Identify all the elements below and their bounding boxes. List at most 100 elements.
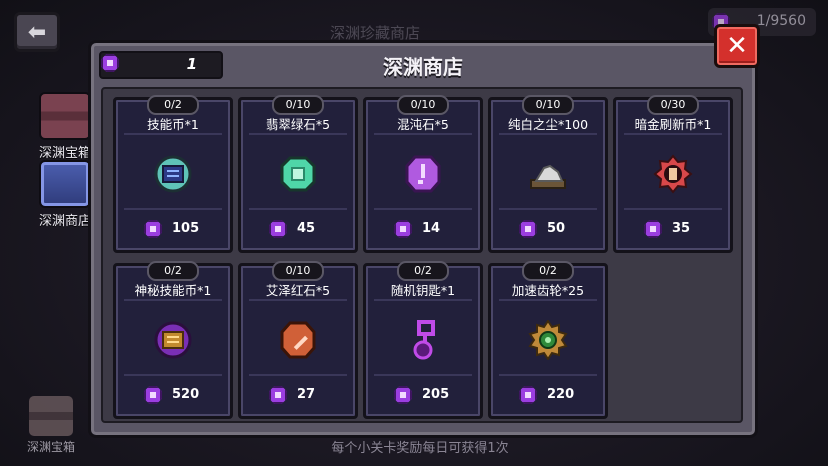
divider xyxy=(624,208,722,210)
shop-item[interactable]: 0/10 艾泽红石*5 27 xyxy=(238,261,358,419)
side-tab-abyss-chest[interactable]: 深渊宝箱 xyxy=(36,92,94,161)
purchase-limit-badge: 0/2 xyxy=(147,95,199,115)
back-button[interactable]: ⬅ xyxy=(14,12,60,52)
divider xyxy=(249,299,347,301)
gem-icon xyxy=(267,218,289,240)
item-name: 加速齿轮*25 xyxy=(511,283,585,298)
item-name: 随机钥匙*1 xyxy=(390,283,456,298)
price-value: 45 xyxy=(297,221,316,236)
divider xyxy=(124,299,222,301)
divider xyxy=(124,374,222,376)
price-value: 35 xyxy=(672,221,691,236)
item-price: 50 xyxy=(517,218,597,240)
divider xyxy=(499,374,597,376)
item-name: 混沌石*5 xyxy=(397,117,449,132)
shop-item[interactable]: 0/10 纯白之尘*100 50 xyxy=(488,95,608,253)
gem-icon xyxy=(142,384,164,406)
item-grid: 0/2 技能币*1 105 0/10 翡翠绿石*5 45 0/10 混沌石*5 … xyxy=(101,87,743,423)
side-tab-label: 深渊商店 xyxy=(38,214,91,229)
purchase-limit-badge: 0/10 xyxy=(522,95,574,115)
close-button[interactable]: ✕ xyxy=(714,24,760,68)
purchase-limit-badge: 0/2 xyxy=(397,261,449,281)
price-value: 105 xyxy=(172,221,200,236)
item-name: 艾泽红石*5 xyxy=(265,283,331,298)
price-value: 205 xyxy=(422,387,450,402)
skill-coin-icon xyxy=(154,155,192,193)
purchase-limit-badge: 0/10 xyxy=(397,95,449,115)
chest-icon xyxy=(29,396,73,436)
divider xyxy=(249,208,347,210)
purchase-limit-badge: 0/2 xyxy=(522,261,574,281)
item-name: 纯白之尘*100 xyxy=(507,117,589,132)
divider xyxy=(124,133,222,135)
shop-item[interactable]: 0/30 暗金刷新币*1 35 xyxy=(613,95,733,253)
shop-icon xyxy=(39,160,91,208)
item-price: 520 xyxy=(142,384,222,406)
white-dust-icon xyxy=(530,164,566,189)
shop-item[interactable]: 0/2 随机钥匙*1 205 xyxy=(363,261,483,419)
divider xyxy=(249,374,347,376)
divider xyxy=(249,133,347,135)
shop-dialog: 1 深渊商店 0/2 技能币*1 105 0/10 翡翠绿石*5 45 0/10… xyxy=(88,40,758,438)
side-tab-label: 深渊宝箱 xyxy=(38,146,91,161)
gem-icon xyxy=(517,218,539,240)
dark-gold-coin-icon xyxy=(653,154,693,194)
shop-item[interactable]: 0/2 技能币*1 105 xyxy=(113,95,233,253)
shop-item[interactable]: 0/2 神秘技能币*1 520 xyxy=(113,261,233,419)
purchase-limit-badge: 0/10 xyxy=(272,261,324,281)
item-price: 105 xyxy=(142,218,222,240)
item-price: 45 xyxy=(267,218,347,240)
purchase-limit-badge: 0/30 xyxy=(647,95,699,115)
bottom-tab-label: 深渊宝箱 xyxy=(26,440,75,454)
item-name: 翡翠绿石*5 xyxy=(265,117,331,132)
background-title: 深渊珍藏商店 xyxy=(330,24,421,42)
item-price: 27 xyxy=(267,384,347,406)
divider xyxy=(374,133,472,135)
purchase-limit-badge: 0/10 xyxy=(272,95,324,115)
close-icon: ✕ xyxy=(726,31,748,61)
purchase-limit-badge: 0/2 xyxy=(147,261,199,281)
side-tab-abyss-shop[interactable]: 深渊商店 xyxy=(36,160,94,229)
shop-item[interactable]: 0/10 混沌石*5 14 xyxy=(363,95,483,253)
red-stone-icon xyxy=(280,321,316,359)
divider xyxy=(374,299,472,301)
shop-item[interactable]: 0/2 加速齿轮*25 220 xyxy=(488,261,608,419)
divider xyxy=(374,374,472,376)
chest-icon xyxy=(39,92,91,140)
gem-icon xyxy=(517,384,539,406)
gem-icon xyxy=(642,218,664,240)
price-value: 520 xyxy=(172,387,200,402)
item-name: 技能币*1 xyxy=(147,117,199,132)
item-price: 205 xyxy=(392,384,472,406)
price-value: 220 xyxy=(547,387,575,402)
price-value: 14 xyxy=(422,221,441,236)
gem-icon xyxy=(392,384,414,406)
mystery-skill-coin-icon xyxy=(154,321,192,359)
bottom-tab-abyss-chest[interactable]: 深渊宝箱 xyxy=(22,396,80,462)
divider xyxy=(499,133,597,135)
emerald-stone-icon xyxy=(280,156,316,192)
divider xyxy=(124,208,222,210)
back-arrow-icon: ⬅ xyxy=(27,19,47,45)
item-price: 35 xyxy=(642,218,722,240)
speed-gear-icon xyxy=(528,320,568,360)
divider xyxy=(624,133,722,135)
gem-icon xyxy=(142,218,164,240)
item-name: 神秘技能币*1 xyxy=(134,283,212,298)
chaos-stone-icon xyxy=(405,155,441,193)
price-value: 27 xyxy=(297,387,316,402)
shop-item[interactable]: 0/10 翡翠绿石*5 45 xyxy=(238,95,358,253)
price-value: 50 xyxy=(547,221,566,236)
item-price: 14 xyxy=(392,218,472,240)
gem-icon xyxy=(267,384,289,406)
divider xyxy=(499,299,597,301)
bottom-hint: 每个小关卡奖励每日可获得1次 xyxy=(331,441,509,456)
divider xyxy=(374,208,472,210)
top-currency-value: 1/9560 xyxy=(756,13,806,29)
item-name: 暗金刷新币*1 xyxy=(634,117,712,132)
item-price: 220 xyxy=(517,384,597,406)
dialog-title: 深渊商店 xyxy=(383,55,463,79)
random-key-icon xyxy=(413,320,435,360)
gem-icon xyxy=(392,218,414,240)
divider xyxy=(499,208,597,210)
